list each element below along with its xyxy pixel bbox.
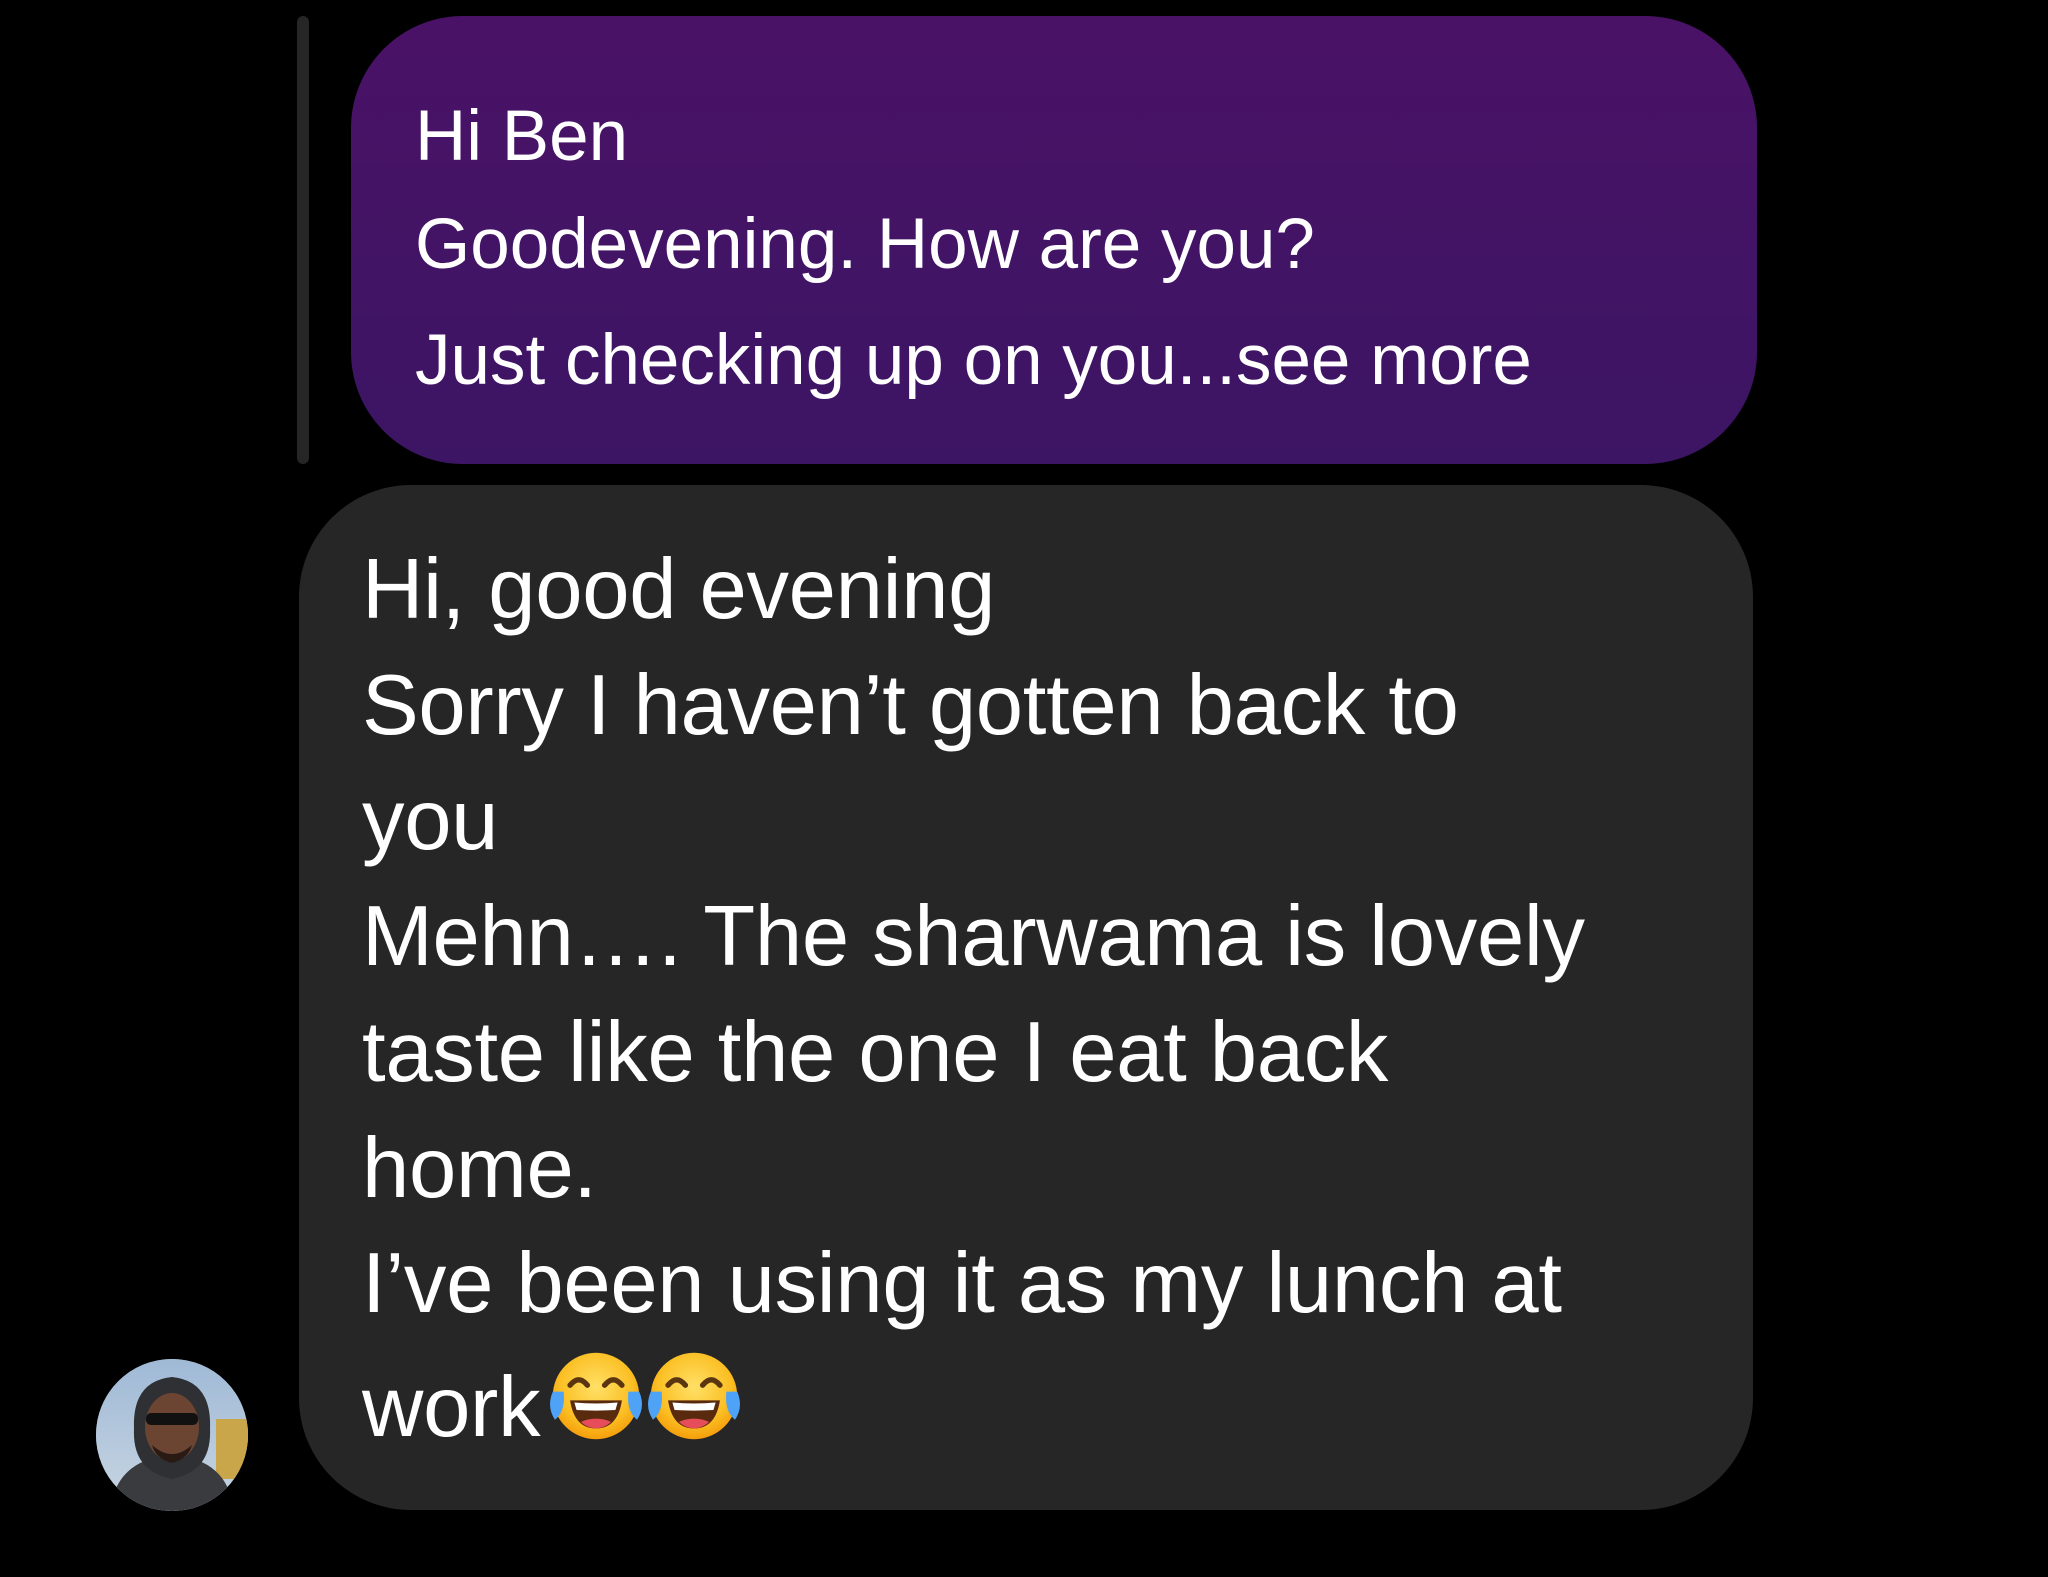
- quoted-message-line: Goodevening. How are you?: [415, 205, 1315, 284]
- message-line: Mehn…. The sharwama is lovely: [362, 889, 1585, 985]
- message-text-work: work: [362, 1359, 541, 1455]
- conversation-view: Hi Ben Goodevening. How are you? Just ch…: [0, 0, 2048, 1577]
- quoted-message-line: Just checking up on you...see more: [415, 321, 1532, 400]
- message-line: Hi, good evening: [362, 542, 996, 637]
- avatar-photo: [96, 1359, 248, 1511]
- message-line: home.: [362, 1120, 597, 1216]
- quoted-message-line: Hi Ben: [415, 97, 629, 176]
- face-with-tears-of-joy-icon: [550, 1352, 643, 1440]
- sender-avatar[interactable]: [96, 1359, 248, 1511]
- reply-indicator-bar: [297, 16, 309, 464]
- message-line-last: work: [362, 1342, 1713, 1480]
- message-line: I’ve been using it as my lunch at: [362, 1236, 1562, 1332]
- message-line: you: [362, 773, 499, 869]
- face-with-tears-of-joy-icon: [648, 1352, 741, 1440]
- message-line: Sorry I haven’t gotten back to: [362, 657, 1459, 753]
- received-message-bubble[interactable]: Hi, good evening Sorry I haven’t gotten …: [299, 485, 1753, 1510]
- message-line: taste like the one I eat back: [362, 1004, 1389, 1100]
- emoji-group: [542, 1342, 748, 1480]
- quoted-message-bubble[interactable]: Hi Ben Goodevening. How are you? Just ch…: [351, 16, 1757, 464]
